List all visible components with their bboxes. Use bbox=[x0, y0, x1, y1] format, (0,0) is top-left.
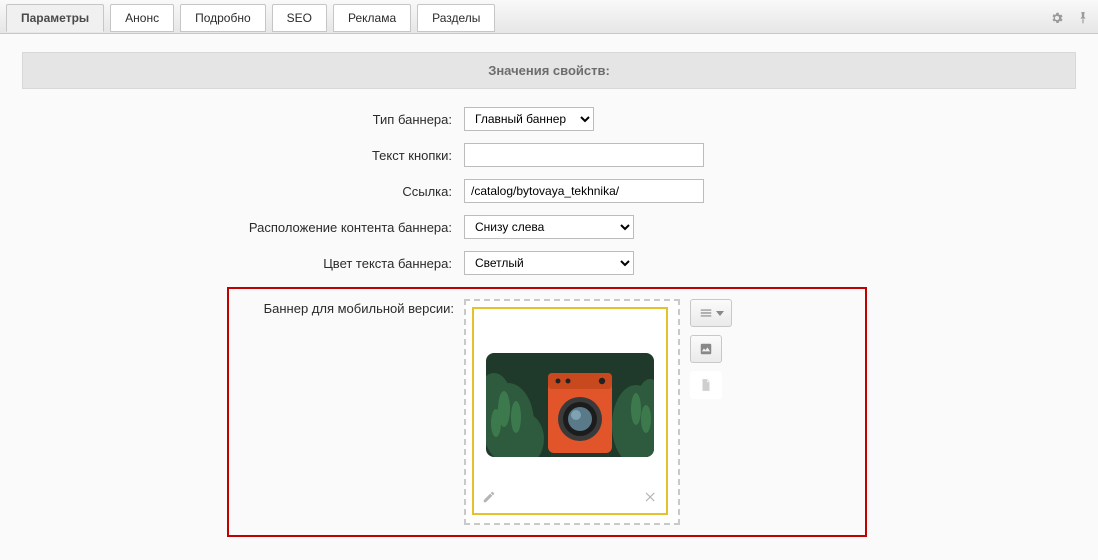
row-banner-type: Тип баннера: Главный баннер bbox=[22, 107, 1076, 131]
image-dropzone[interactable] bbox=[464, 299, 680, 525]
row-mobile-banner: Баннер для мобильной версии: bbox=[227, 287, 867, 537]
tab-parameters[interactable]: Параметры bbox=[6, 4, 104, 32]
uploader-side-buttons bbox=[690, 299, 732, 399]
tab-seo[interactable]: SEO bbox=[272, 4, 327, 32]
input-link[interactable] bbox=[464, 179, 704, 203]
label-content-pos: Расположение контента баннера: bbox=[22, 220, 462, 235]
select-text-color[interactable]: Светлый bbox=[464, 251, 634, 275]
tab-sections[interactable]: Разделы bbox=[417, 4, 495, 32]
label-button-text: Текст кнопки: bbox=[22, 148, 462, 163]
tab-announce[interactable]: Анонс bbox=[110, 4, 174, 32]
header-tools bbox=[1048, 9, 1092, 27]
label-banner-type: Тип баннера: bbox=[22, 112, 462, 127]
label-mobile-banner: Баннер для мобильной версии: bbox=[229, 299, 464, 316]
label-text-color: Цвет текста баннера: bbox=[22, 256, 462, 271]
mobile-banner-uploader bbox=[464, 299, 732, 525]
image-thumbnail bbox=[486, 353, 654, 457]
image-icon[interactable] bbox=[690, 335, 722, 363]
gear-icon[interactable] bbox=[1048, 9, 1066, 27]
select-content-pos[interactable]: Снизу слева bbox=[464, 215, 634, 239]
row-text-color: Цвет текста баннера: Светлый bbox=[22, 251, 1076, 275]
content-area: Значения свойств: Тип баннера: Главный б… bbox=[0, 34, 1098, 560]
row-content-pos: Расположение контента баннера: Снизу сле… bbox=[22, 215, 1076, 239]
menu-icon[interactable] bbox=[690, 299, 732, 327]
tab-detail[interactable]: Подробно bbox=[180, 4, 266, 32]
input-button-text[interactable] bbox=[464, 143, 704, 167]
image-frame-footer bbox=[478, 488, 662, 509]
image-frame bbox=[472, 307, 668, 515]
section-heading: Значения свойств: bbox=[22, 52, 1076, 89]
label-link: Ссылка: bbox=[22, 184, 462, 199]
pin-icon[interactable] bbox=[1074, 9, 1092, 27]
select-banner-type[interactable]: Главный баннер bbox=[464, 107, 594, 131]
row-link: Ссылка: bbox=[22, 179, 1076, 203]
close-icon[interactable] bbox=[644, 490, 658, 507]
pencil-icon[interactable] bbox=[482, 490, 496, 507]
file-icon bbox=[690, 371, 722, 399]
tab-ad[interactable]: Реклама bbox=[333, 4, 411, 32]
tabs-bar: Параметры Анонс Подробно SEO Реклама Раз… bbox=[0, 0, 1098, 34]
chevron-down-icon bbox=[716, 311, 724, 316]
row-button-text: Текст кнопки: bbox=[22, 143, 1076, 167]
